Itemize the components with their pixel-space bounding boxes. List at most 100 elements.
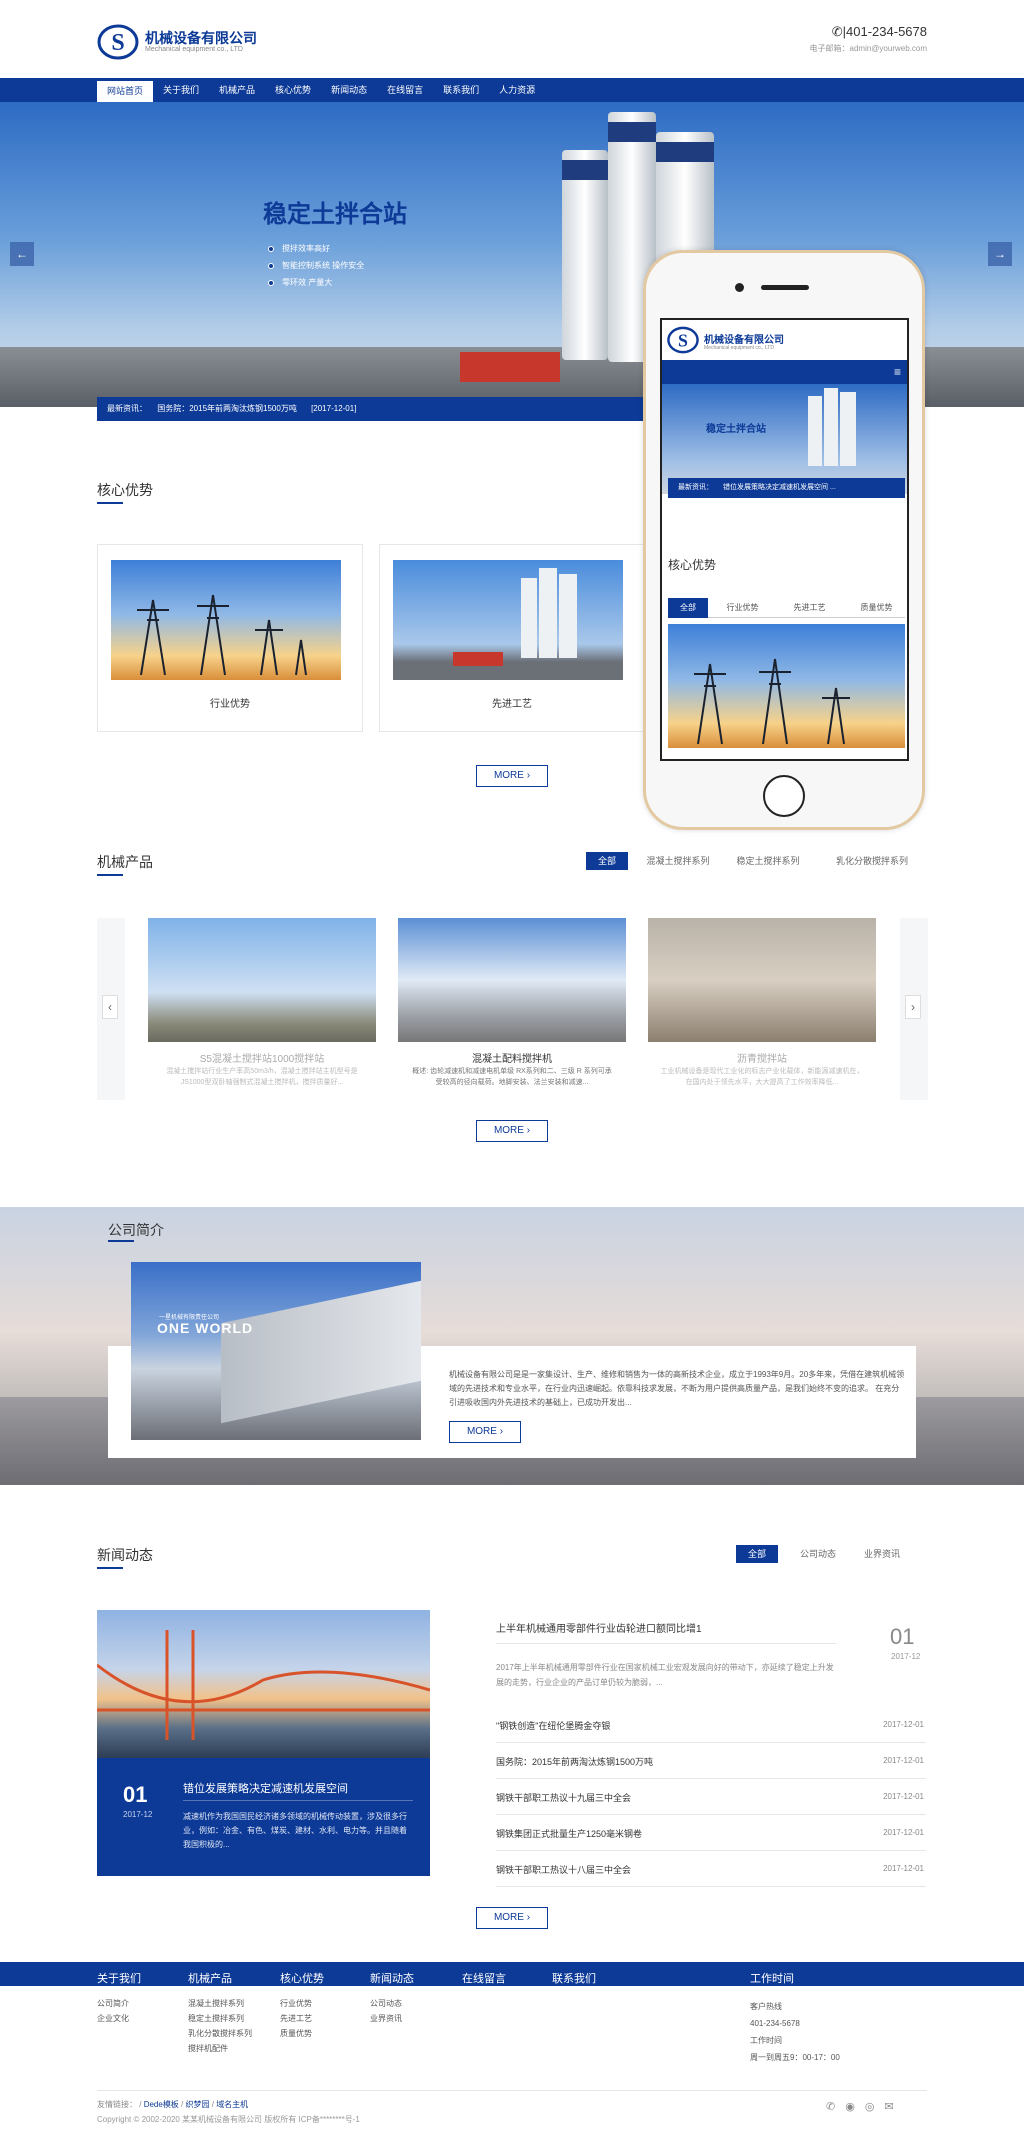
news-more-button[interactable]: MORE › [476,1907,548,1929]
footer-link[interactable]: 行业优势 [280,1996,312,2011]
email-icon[interactable]: ✉ [884,2100,893,2113]
nav-item[interactable]: 关于我们 [153,78,209,102]
banner-bullet: 智能控制系统 操作安全 [268,257,364,274]
footer-heading[interactable]: 机械产品 [188,1970,232,1986]
footer-link[interactable]: 搅拌机配件 [188,2041,252,2056]
product-card[interactable]: 沥青搅拌站 工业机械设备是现代工业化的标志产业化载体，新能源减速机在，在国内处于领… [648,918,876,1100]
nav-item[interactable]: 机械产品 [209,78,265,102]
product-tab[interactable]: 混凝土搅拌系列 [640,852,716,870]
news-tab[interactable]: 业界资讯 [856,1545,908,1563]
friend-link[interactable]: Dede模板 [144,2100,179,2109]
product-tab[interactable]: 乳化分散搅拌系列 [820,852,924,870]
about-text: 机械设备有限公司是是一家集设计、生产、维修和销售为一体的高新技术企业，成立于19… [449,1370,905,1407]
phone-tab[interactable]: 全部 [668,598,708,618]
footer-heading[interactable]: 工作时间 [750,1970,794,1986]
news-item-date: 2017-12-01 [883,1720,924,1729]
footer-heading[interactable]: 联系我们 [552,1970,596,1986]
banner-bullets: 搅拌效率高好 智能控制系统 操作安全 零环效 产量大 [268,240,364,291]
product-card[interactable]: 混凝土配料搅拌机 概述: 齿轮减速机和减速电机单级 RX系列和二、三级 R 系列可… [398,918,626,1100]
nav-item[interactable]: 网站首页 [97,81,154,102]
latest-news-label: 最新资讯： [107,404,147,413]
news-list-item[interactable]: 钢铁干部职工热议十八届三中全会 2017-12-01 [496,1851,926,1887]
wechat-icon[interactable]: ✆ [826,2100,835,2113]
product-image [148,918,376,1042]
weibo-icon[interactable]: ◎ [865,2100,875,2113]
footer-contact-line: 工作时间 [750,2036,782,2045]
footer-divider [97,2090,927,2091]
footer-heading[interactable]: 核心优势 [280,1970,324,1986]
footer-heading[interactable]: 新闻动态 [370,1970,414,1986]
products-title: 机械产品 [97,854,153,870]
news-item-title: 国务院：2015年前两淘汰炼钢1500万吨 [496,1757,654,1767]
footer-link[interactable]: 混凝土搅拌系列 [188,1996,252,2011]
news-top-month: 2017-12 [891,1652,921,1661]
nav-item[interactable]: 新闻动态 [321,78,377,102]
core-card-1[interactable]: 行业优势 [97,544,363,732]
logo[interactable]: S 机械设备有限公司 Mechanical equipment co., LTD [97,22,267,62]
footer-link[interactable]: 企业文化 [97,2011,129,2026]
phone-tab[interactable]: 行业优势 [710,598,775,618]
news-tab[interactable]: 全部 [736,1545,778,1563]
header-contact: ✆|401-234-5678 电子邮箱：admin@yourweb.com [809,24,927,53]
qq-icon[interactable]: ◉ [845,2100,855,2113]
footer-heading[interactable]: 在线留言 [462,1970,506,1986]
chevron-right-icon: › [911,1000,915,1014]
footer-heading[interactable]: 关于我们 [97,1970,141,1986]
logo-icon: S [97,24,139,60]
hamburger-menu-icon[interactable]: ≡ [894,366,901,378]
product-next-button[interactable]: › [905,995,921,1019]
nav-item[interactable]: 联系我们 [433,78,489,102]
news-feature-image[interactable] [97,1610,430,1758]
news-tab[interactable]: 公司动态 [792,1545,844,1563]
nav-item[interactable]: 核心优势 [265,78,321,102]
news-list-item[interactable]: 国务院：2015年前两淘汰炼钢1500万吨 2017-12-01 [496,1743,926,1779]
latest-news-strip[interactable]: 最新资讯： 国务院：2015年前两淘汰炼钢1500万吨 [2017-12-01] [97,397,657,421]
footer-link[interactable]: 公司简介 [97,1996,129,2011]
footer-link[interactable]: 乳化分散搅拌系列 [188,2026,252,2041]
friend-link[interactable]: 域名主机 [216,2100,248,2109]
product-image [648,918,876,1042]
product-card[interactable]: S5混凝土搅拌站1000搅拌站 混凝土搅拌站行业生产率高50m3/h，混凝土搅拌站… [148,918,376,1100]
phone-core-title: 核心优势 [668,558,717,572]
news-list-item[interactable]: "钢铁创造"在纽伦堡腾金夺银 2017-12-01 [496,1707,926,1743]
news-item-title: 钢铁干部职工热议十八届三中全会 [496,1865,632,1875]
news-list-item[interactable]: 钢铁干部职工热议十九届三中全会 2017-12-01 [496,1779,926,1815]
phone-camera-icon [735,283,744,292]
bullet-dot-icon [268,262,274,269]
nav-item[interactable]: 人力资源 [489,78,545,102]
phone-tab[interactable]: 先进工艺 [777,598,842,618]
core-more-button[interactable]: MORE › [476,765,548,787]
about-more-button[interactable]: MORE › [449,1421,521,1443]
footer-link[interactable]: 稳定土搅拌系列 [188,2011,252,2026]
nav-item[interactable]: 在线留言 [377,78,433,102]
footer-link[interactable]: 质量优势 [280,2026,312,2041]
banner-prev-button[interactable]: ← [10,242,34,266]
product-tab[interactable]: 稳定土搅拌系列 [728,852,808,870]
friend-link[interactable]: 织梦园 [186,2100,210,2109]
company-name: 机械设备有限公司 [145,30,257,46]
footer-link[interactable]: 公司动态 [370,1996,402,2011]
phone-news-bar[interactable]: 最新资讯： 错位发展策略决定减速机发展空间 ... [668,478,905,498]
footer-link[interactable]: 业界资讯 [370,2011,402,2026]
news-top-title[interactable]: 上半年机械通用零部件行业齿轮进口额同比增1 [496,1620,702,1635]
core-card-2[interactable]: 先进工艺 [379,544,645,732]
footer-contact-line: 周一到周五9：00-17：00 [750,2053,840,2062]
phone-tab[interactable]: 质量优势 [844,598,907,618]
products-more-button[interactable]: MORE › [476,1120,548,1142]
core-card-label: 先进工艺 [492,699,532,710]
chevron-right-icon: › [526,1912,531,1923]
copyright: Copyright © 2002-2020 某某机械设备有限公司 版权所有 IC… [97,2115,360,2124]
product-tab[interactable]: 全部 [586,852,628,870]
banner-next-button[interactable]: → [988,242,1012,266]
footer-contact-line: 401-234-5678 [750,2019,800,2028]
product-prev-button[interactable]: ‹ [102,995,118,1019]
chevron-right-icon: › [499,1426,504,1437]
footer-link[interactable]: 先进工艺 [280,2011,312,2026]
news-feature-box[interactable]: 01 2017-12 错位发展策略决定减速机发展空间 减速机作为我国国民经济诸多… [97,1758,430,1876]
news-title-underline [97,1567,123,1569]
power-tower-icon [137,594,307,676]
news-list-item[interactable]: 钢铁集团正式批量生产1250毫米钢卷 2017-12-01 [496,1815,926,1851]
about-title-underline [108,1240,134,1242]
silo-1 [562,150,608,360]
news-feature-divider [183,1800,413,1801]
